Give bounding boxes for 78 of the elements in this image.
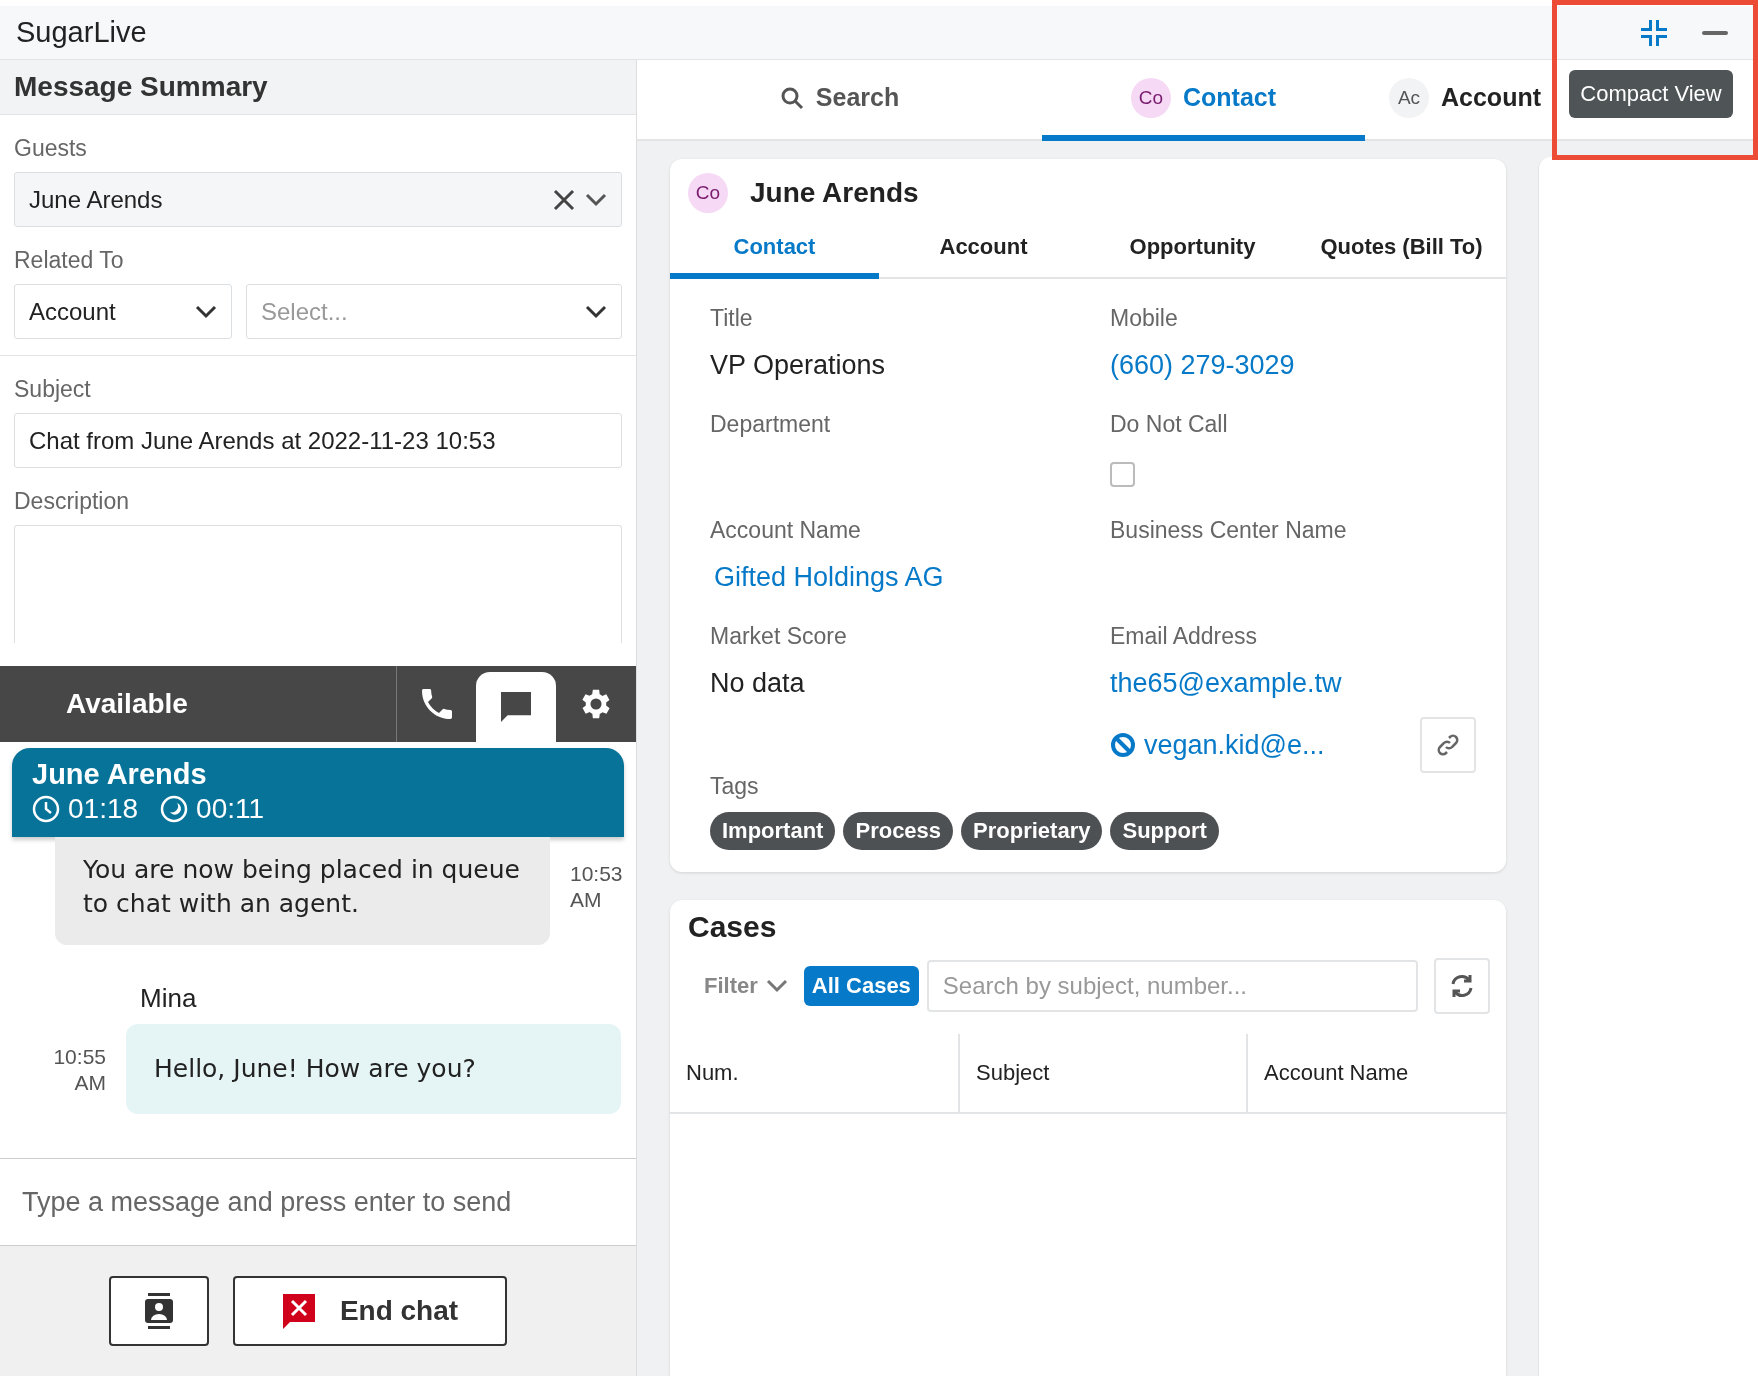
agent-status[interactable]: Available [0, 666, 396, 742]
record-tab[interactable]: Contact [670, 221, 879, 279]
module-badge: Co [1130, 77, 1171, 118]
chevron-down-icon [195, 304, 217, 319]
checkbox[interactable] [1110, 462, 1135, 487]
field-label: Market Score [710, 623, 848, 650]
field-label: Business Center Name [1110, 517, 1348, 544]
record-tab[interactable]: Opportunity [1088, 221, 1297, 279]
app-title: SugarLive [16, 16, 147, 49]
module-badge: Co [688, 173, 728, 213]
module-select[interactable]: Account [14, 284, 232, 339]
message-time: 10:55 AM [52, 1044, 106, 1096]
field-label: Account Name [710, 517, 862, 544]
message-bubble: Hello, June! How are you? [126, 1024, 621, 1114]
clear-icon[interactable] [553, 188, 575, 211]
panel-title: Message Summary [14, 71, 268, 103]
tag: Important [710, 812, 836, 850]
panel-tab[interactable]: Search [637, 60, 1042, 141]
filter-button[interactable]: Filter [704, 973, 796, 999]
column-header[interactable]: Account Name [1246, 1034, 1506, 1112]
minimize-button[interactable] [1702, 29, 1728, 36]
field-value: VP Operations [710, 350, 887, 381]
compact-view-button[interactable] [1640, 18, 1668, 47]
field-label: Guests [14, 135, 88, 162]
column-header[interactable]: Subject [958, 1034, 1246, 1112]
end-chat-icon [281, 1293, 316, 1329]
contact-card-button[interactable] [109, 1276, 209, 1346]
panel-tab[interactable]: Co Contact [1042, 60, 1365, 141]
panel-tab[interactable]: Ac Account [1365, 60, 1565, 141]
field-value: No data [710, 668, 806, 699]
description-field[interactable] [14, 525, 622, 643]
end-chat-button[interactable]: End chat [233, 1276, 507, 1346]
field-label: Tags [710, 773, 760, 800]
link-button[interactable] [1420, 717, 1476, 773]
email-link[interactable]: the65@example.tw [1110, 668, 1342, 699]
chat-tab[interactable] [476, 672, 556, 742]
email-link[interactable]: vegan.kid@e... [1144, 729, 1325, 761]
field-link[interactable]: Gifted Holdings AG [710, 562, 1110, 593]
contact-name: June Arends [32, 758, 208, 791]
subject-field[interactable]: Chat from June Arends at 2022-11-23 10:53 [14, 413, 622, 468]
chevron-down-icon [585, 304, 607, 319]
message-bubble: You are now being placed in queue to chat with an agent. [55, 837, 550, 945]
field-label: Title [710, 305, 754, 332]
search-field[interactable]: Search by subject, number... [926, 960, 1418, 1012]
field-label: Do Not Call [1110, 411, 1229, 438]
clock-icon [32, 795, 60, 823]
tooltip: Compact View [1569, 70, 1733, 118]
field-link[interactable]: (660) 279-3029 [1110, 350, 1466, 381]
record-name: June Arends [750, 177, 919, 209]
tag: Support [1110, 812, 1219, 850]
field-label: Description [14, 488, 131, 515]
chevron-down-icon [585, 192, 607, 207]
field-label: Department [710, 411, 832, 438]
filter-pill[interactable]: All Cases [803, 966, 919, 1006]
module-badge: Ac [1389, 77, 1429, 118]
column-header[interactable]: Num. [670, 1034, 958, 1112]
refresh-button[interactable] [1434, 958, 1490, 1014]
field-label: Related To [14, 247, 125, 274]
field-label: Email Address [1110, 623, 1258, 650]
link-icon [1436, 733, 1460, 757]
wait-time: 00:11 [160, 793, 265, 825]
message-time: 10:53 AM [570, 861, 624, 913]
sender-name: Mina [139, 983, 198, 1014]
record-tab[interactable]: Account [879, 221, 1088, 279]
total-time: 01:18 [32, 793, 139, 825]
record-tab[interactable]: Quotes (Bill To) [1297, 221, 1506, 279]
moon-clock-icon [160, 795, 189, 823]
tag: Proprietary [961, 812, 1103, 850]
refresh-icon [1449, 973, 1475, 999]
field-label: Mobile [1110, 305, 1179, 332]
tag: Process [843, 812, 954, 850]
contact-card[interactable]: June Arends 01:18 00:11 [12, 748, 624, 837]
chevron-down-icon [765, 979, 788, 993]
section-title: Cases [687, 909, 778, 944]
contact-card-icon [143, 1293, 175, 1329]
search-icon [779, 85, 804, 110]
guests-select[interactable]: June Arends [14, 172, 622, 227]
field-label: Subject [14, 376, 92, 403]
